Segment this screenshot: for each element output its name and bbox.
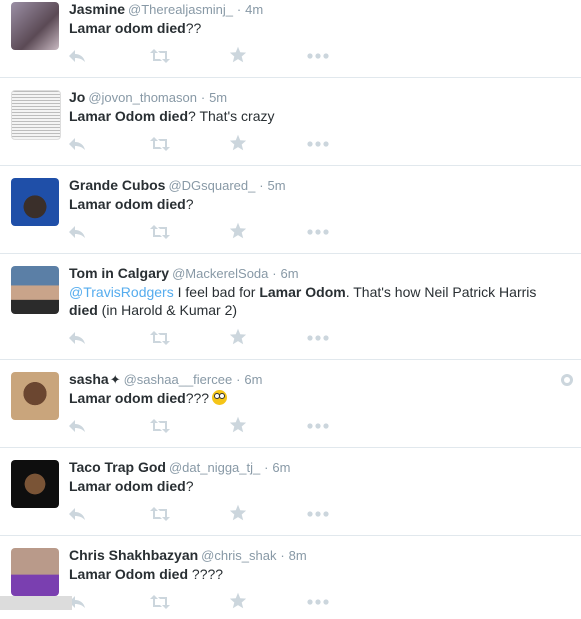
favorite-icon[interactable] xyxy=(229,134,251,154)
separator-dot: · xyxy=(272,266,277,281)
more-icon[interactable] xyxy=(307,335,329,355)
separator-dot: · xyxy=(280,548,285,563)
reply-icon[interactable] xyxy=(67,136,89,156)
favorite-icon[interactable] xyxy=(229,416,251,436)
retweet-icon[interactable] xyxy=(149,48,171,68)
tweet-text: Lamar Odom died? That's crazy xyxy=(69,107,559,125)
favorite-icon[interactable] xyxy=(229,46,251,66)
favorite-icon[interactable] xyxy=(229,328,251,348)
user-fullname[interactable]: Jo xyxy=(69,89,85,105)
tweet-text-plain: (in Harold & Kumar 2) xyxy=(97,302,238,318)
tweet-text: Lamar odom died? xyxy=(69,477,559,495)
favorite-icon[interactable] xyxy=(229,592,251,612)
avatar[interactable] xyxy=(11,548,59,596)
separator-dot: · xyxy=(236,372,241,387)
tweet[interactable]: Jasmine @Therealjasminj_ · 4m Lamar odom … xyxy=(0,0,581,78)
flushed-face-emoji-icon xyxy=(212,390,228,405)
retweet-icon[interactable] xyxy=(149,418,171,438)
user-handle[interactable]: @MackerelSoda xyxy=(172,266,268,281)
tweet-text-plain: ? That's crazy xyxy=(188,108,275,124)
tweet-text-bold: Lamar Odom died xyxy=(69,566,189,582)
user-handle[interactable]: @Therealjasminj_ xyxy=(128,2,233,17)
reply-icon[interactable] xyxy=(67,418,89,438)
more-icon[interactable] xyxy=(307,53,329,73)
user-handle[interactable]: @dat_nigga_tj_ xyxy=(169,460,260,475)
timestamp[interactable]: 5m xyxy=(209,90,227,105)
retweet-icon[interactable] xyxy=(149,136,171,156)
mention-link[interactable]: @TravisRodgers xyxy=(69,284,174,300)
avatar[interactable] xyxy=(11,90,61,140)
retweet-icon[interactable] xyxy=(149,594,171,614)
tweet-text: Lamar Odom died ???? xyxy=(69,565,559,583)
tweet-text-plain: ???? xyxy=(188,566,224,582)
tweet-text-plain: I feel bad for xyxy=(173,284,260,300)
user-fullname[interactable]: Jasmine xyxy=(69,1,125,17)
user-fullname[interactable]: Chris Shakhbazyan xyxy=(69,547,198,563)
tweet-text-plain: . That's how Neil Patrick Harris xyxy=(345,284,537,300)
separator-dot: · xyxy=(236,2,242,17)
timestamp[interactable]: 8m xyxy=(289,548,307,563)
tweet[interactable]: Taco Trap God @dat_nigga_tj_ · 6m Lamar o… xyxy=(0,448,581,536)
more-icon[interactable] xyxy=(307,511,329,531)
tweet-timeline: Jasmine @Therealjasminj_ · 4m Lamar odom … xyxy=(0,0,581,616)
reply-icon[interactable] xyxy=(67,48,89,68)
user-fullname[interactable]: Tom in Calgary xyxy=(69,265,169,281)
tweet-text-bold: Lamar odom died xyxy=(69,478,186,494)
tweet-text: Lamar odom died??? xyxy=(69,389,559,407)
user-fullname[interactable]: Grande Cubos xyxy=(69,177,165,193)
tweet-text-bold: Lamar Odom died xyxy=(69,108,189,124)
avatar[interactable] xyxy=(11,372,59,420)
tweet-text: Lamar odom died? xyxy=(69,195,559,213)
reply-icon[interactable] xyxy=(67,330,89,350)
settings-icon[interactable] xyxy=(561,374,573,386)
tweet-text-bold: Lamar odom died xyxy=(69,390,186,406)
timestamp[interactable]: 6m xyxy=(281,266,299,281)
tweet-text-bold: died xyxy=(69,302,98,318)
tweet-text: @TravisRodgers I feel bad for Lamar Odom… xyxy=(69,283,559,319)
retweet-icon[interactable] xyxy=(149,224,171,244)
reply-icon[interactable] xyxy=(67,506,89,526)
timestamp[interactable]: 6m xyxy=(272,460,290,475)
more-icon[interactable] xyxy=(307,229,329,249)
timestamp[interactable]: 5m xyxy=(268,178,286,193)
tweet[interactable]: Chris Shakhbazyan @chris_shak · 8m Lamar … xyxy=(0,536,581,616)
user-fullname[interactable]: Taco Trap God xyxy=(69,459,166,475)
horizontal-scrollbar[interactable] xyxy=(0,596,72,610)
separator-dot: · xyxy=(259,178,264,193)
separator-dot: · xyxy=(264,460,269,475)
reply-icon[interactable] xyxy=(67,224,89,244)
tweet-text-plain: ? xyxy=(185,478,194,494)
favorite-icon[interactable] xyxy=(229,504,251,524)
user-handle[interactable]: @jovon_thomason xyxy=(88,90,197,105)
avatar[interactable] xyxy=(11,266,59,314)
timestamp[interactable]: 6m xyxy=(244,372,262,387)
retweet-icon[interactable] xyxy=(149,330,171,350)
tweet-text-plain: ? xyxy=(185,196,194,212)
tweet-text-plain: ??? xyxy=(185,390,210,406)
user-handle[interactable]: @sashaa__fiercee xyxy=(124,372,233,387)
more-icon[interactable] xyxy=(307,141,329,161)
retweet-icon[interactable] xyxy=(149,506,171,526)
favorite-icon[interactable] xyxy=(229,222,251,242)
user-handle[interactable]: @DGsquared_ xyxy=(168,178,255,193)
tweet-text: Lamar odom died?? xyxy=(69,19,559,37)
more-icon[interactable] xyxy=(307,423,329,443)
avatar[interactable] xyxy=(11,2,59,50)
tweet[interactable]: Tom in Calgary @MackerelSoda · 6m @Travis… xyxy=(0,254,581,360)
tweet-text-bold: Lamar Odom xyxy=(259,284,346,300)
avatar[interactable] xyxy=(11,460,59,508)
more-icon[interactable] xyxy=(307,599,329,619)
tweet-text-plain: ?? xyxy=(185,20,202,36)
user-fullname[interactable]: sasha xyxy=(69,371,109,387)
tweet[interactable]: Jo @jovon_thomason · 5m Lamar Odom died? … xyxy=(0,78,581,166)
avatar[interactable] xyxy=(11,178,59,226)
tweet[interactable]: Grande Cubos @DGsquared_ · 5m Lamar odom … xyxy=(0,166,581,254)
user-handle[interactable]: @chris_shak xyxy=(201,548,276,563)
tweet[interactable]: sasha✦ @sashaa__fiercee · 6m Lamar odom d… xyxy=(0,360,581,448)
sparkle-icon: ✦ xyxy=(109,372,121,387)
timestamp[interactable]: 4m xyxy=(245,2,263,17)
tweet-text-bold: Lamar odom died xyxy=(69,20,186,36)
separator-dot: · xyxy=(200,90,206,105)
tweet-text-bold: Lamar odom died xyxy=(69,196,186,212)
